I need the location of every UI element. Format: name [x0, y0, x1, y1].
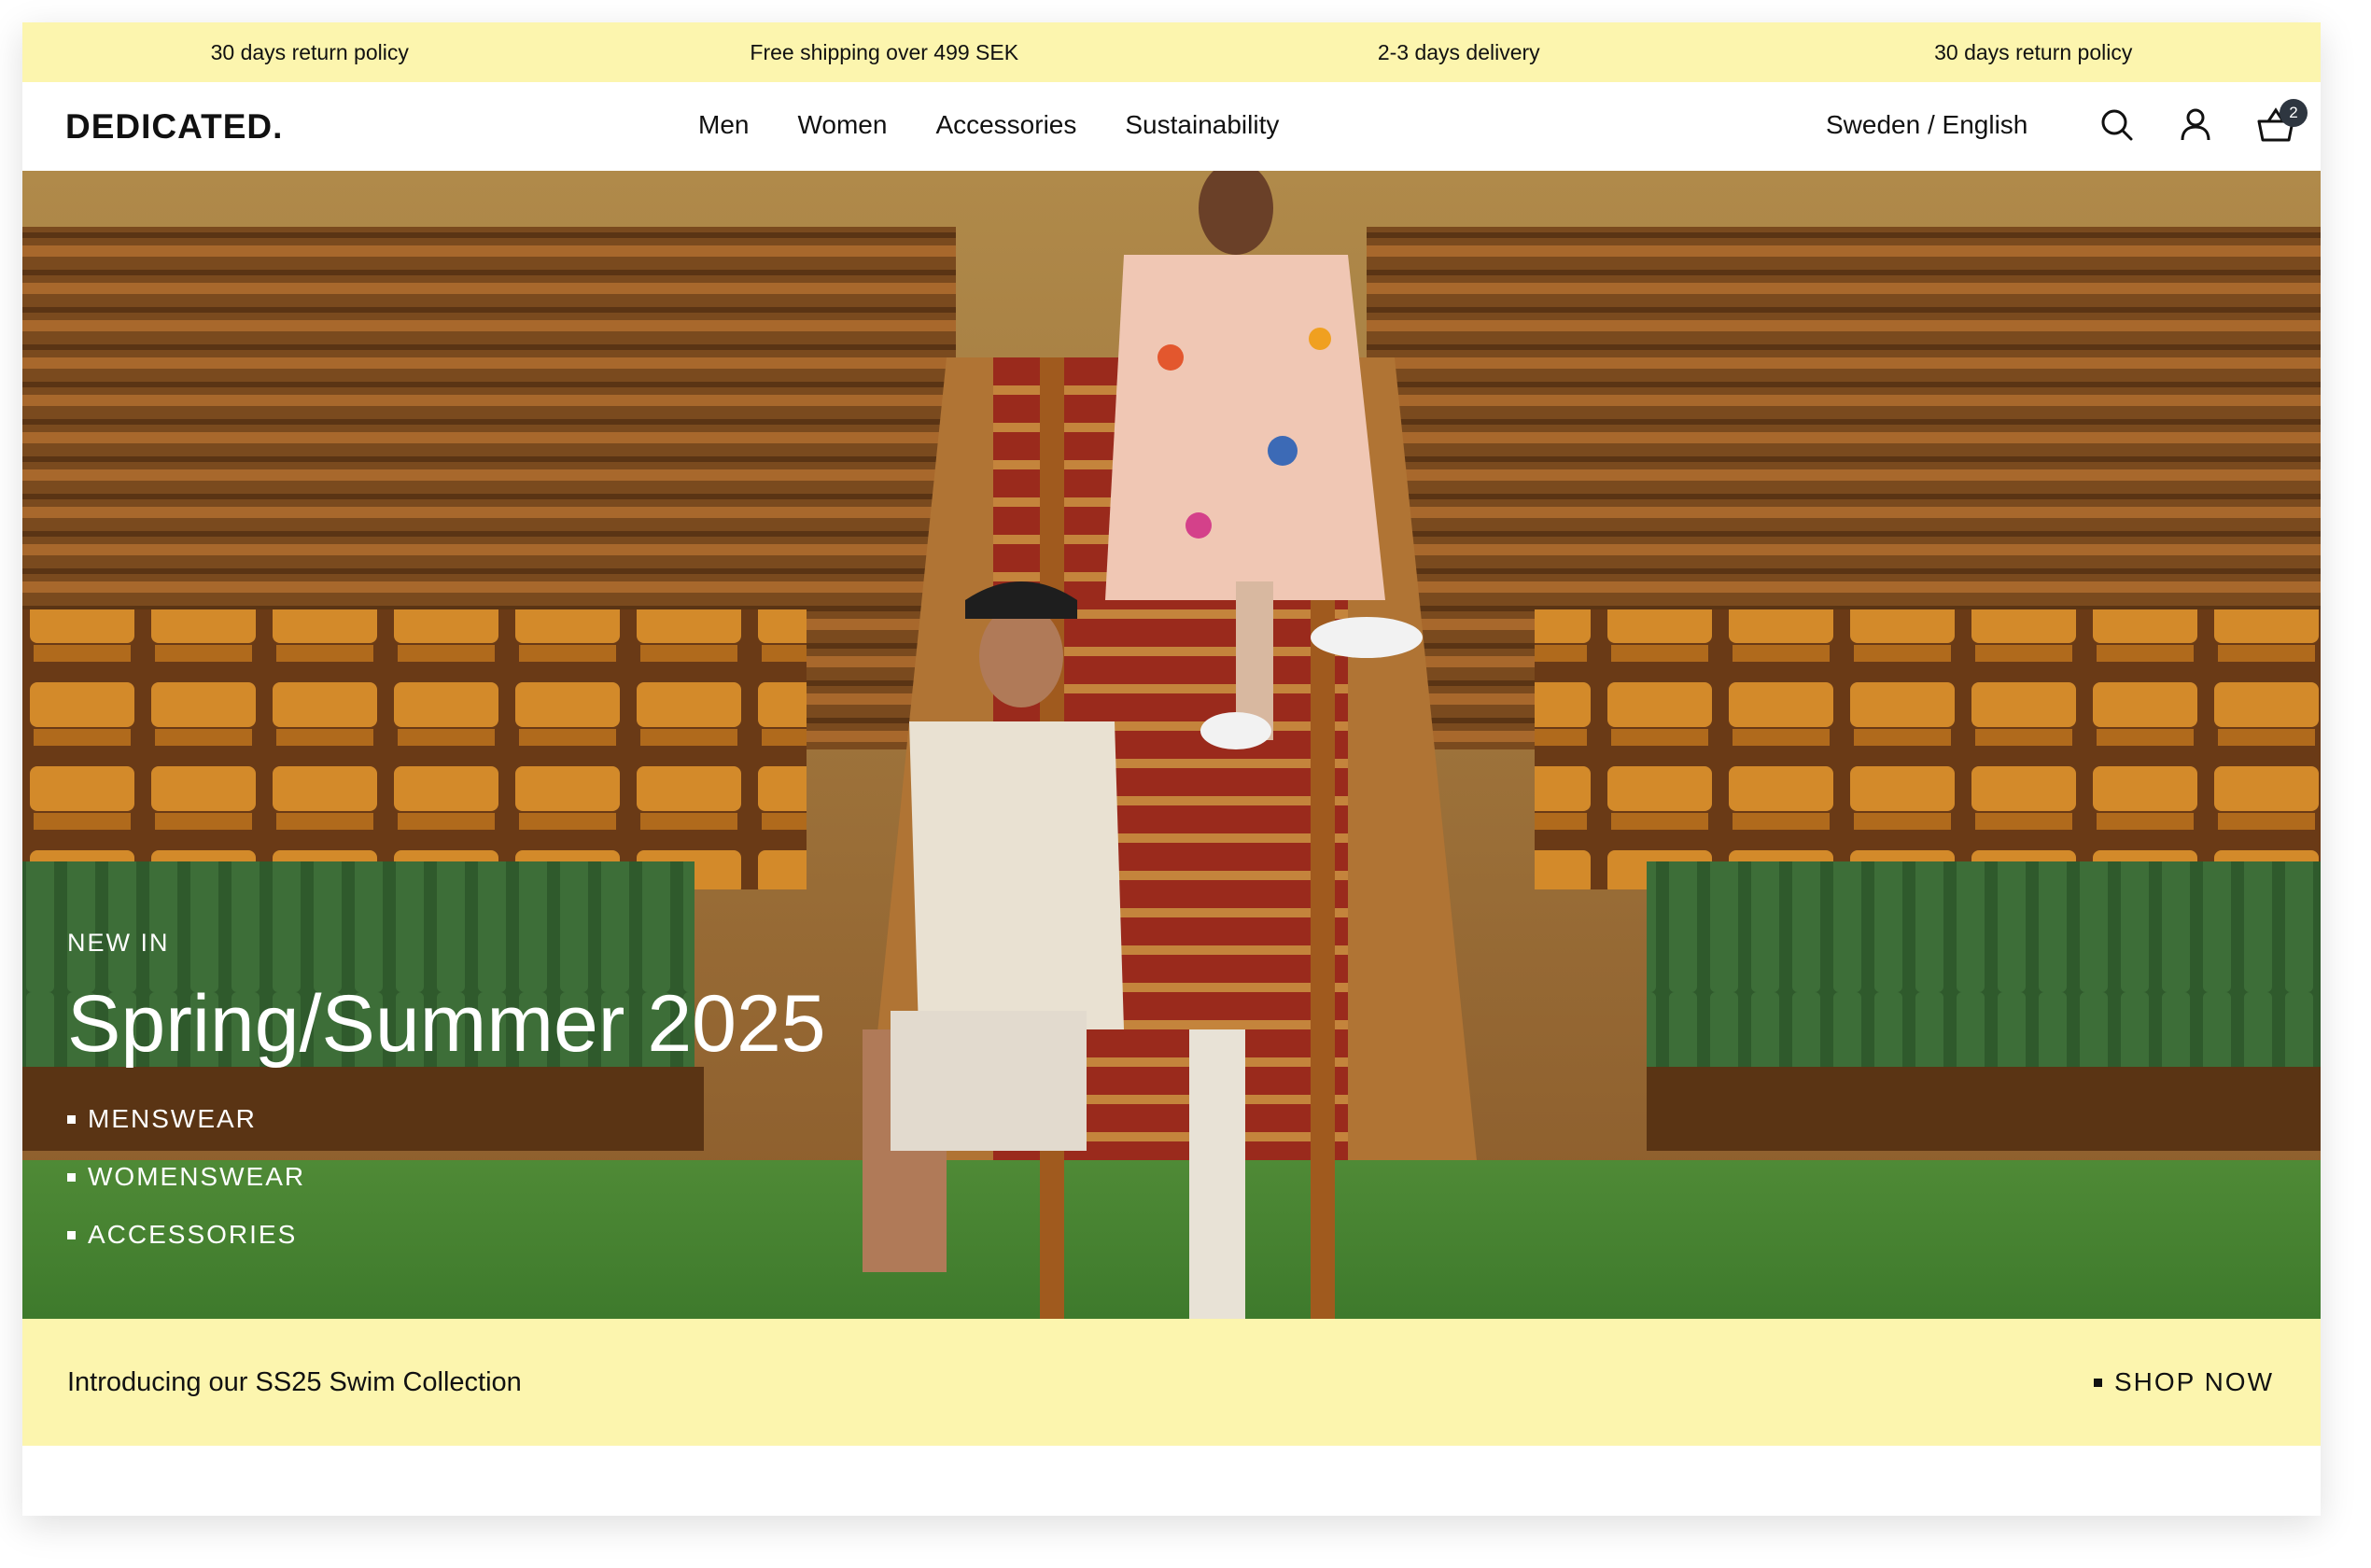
announcement-item: Free shipping over 499 SEK	[750, 39, 1019, 64]
search-icon[interactable]	[2097, 105, 2138, 146]
hero-links: MENSWEAR WOMENSWEAR ACCESSORIES	[67, 1104, 826, 1250]
hero-link-accessories[interactable]: ACCESSORIES	[67, 1220, 826, 1250]
promo-text: Introducing our SS25 Swim Collection	[67, 1367, 522, 1397]
locale-selector[interactable]: Sweden / English	[1826, 110, 2027, 140]
hero-eyebrow: NEW IN	[67, 929, 170, 957]
promo-banner[interactable]: Introducing our SS25 Swim Collection SHO…	[22, 1319, 2321, 1446]
cart-count-badge: 2	[2280, 99, 2308, 127]
hero-link-label: WOMENSWEAR	[88, 1162, 306, 1191]
hero-link-label: MENSWEAR	[88, 1104, 257, 1133]
account-icon[interactable]	[2175, 105, 2216, 146]
browser-page: 30 days return policy Free shipping over…	[22, 22, 2321, 1516]
announcement-item: 30 days return policy	[210, 39, 409, 64]
hero-link-menswear[interactable]: MENSWEAR	[67, 1104, 826, 1134]
hero-link-label: ACCESSORIES	[88, 1220, 298, 1249]
site-header: DEDICATED. Men Women Accessories Sustain…	[22, 82, 2321, 171]
nav-sustainability[interactable]: Sustainability	[1125, 110, 1279, 140]
bullet-icon	[67, 1114, 76, 1124]
cart-icon[interactable]: 2	[2255, 99, 2308, 146]
shop-now-label: SHOP NOW	[2113, 1367, 2274, 1396]
bullet-icon	[67, 1172, 76, 1182]
hero-headline: Spring/Summer 2025	[67, 979, 826, 1069]
shop-now-button[interactable]: SHOP NOW	[2093, 1367, 2274, 1397]
nav-men[interactable]: Men	[698, 110, 749, 140]
bullet-icon	[67, 1230, 76, 1239]
announcement-bar: 30 days return policy Free shipping over…	[22, 22, 2321, 82]
logo[interactable]: DEDICATED.	[65, 107, 283, 147]
hero-content: NEW IN Spring/Summer 2025 MENSWEAR WOMEN…	[67, 929, 826, 1278]
announcement-item: 2-3 days delivery	[1377, 39, 1540, 64]
bullet-icon	[2093, 1378, 2102, 1387]
hero-banner[interactable]: NEW IN Spring/Summer 2025 MENSWEAR WOMEN…	[22, 171, 2321, 1319]
main-nav: Men Women Accessories Sustainability	[698, 110, 1327, 140]
hero-link-womenswear[interactable]: WOMENSWEAR	[67, 1162, 826, 1192]
announcement-item: 30 days return policy	[1934, 39, 2133, 64]
nav-accessories[interactable]: Accessories	[935, 110, 1076, 140]
nav-women[interactable]: Women	[797, 110, 887, 140]
